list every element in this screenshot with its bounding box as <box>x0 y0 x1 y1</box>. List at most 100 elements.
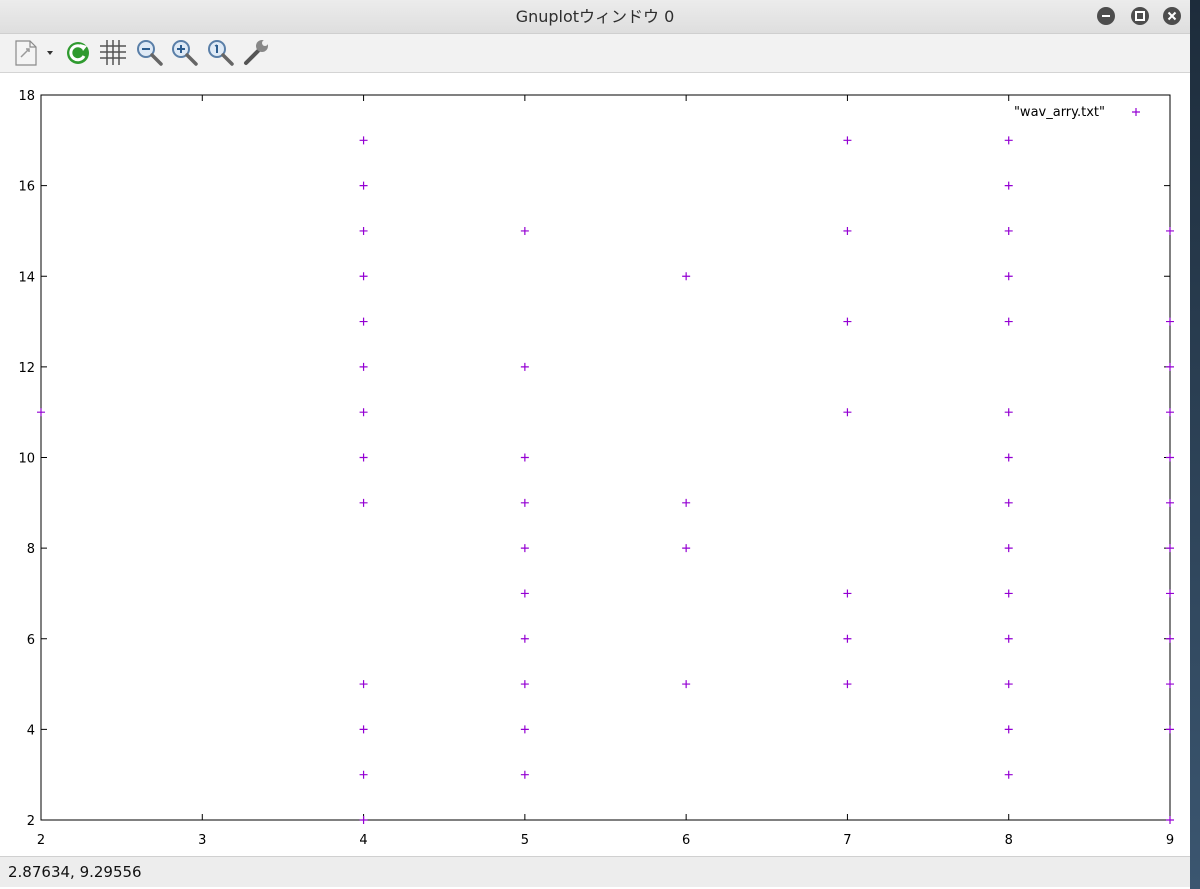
replot-icon <box>67 42 89 64</box>
y-tick-label: 18 <box>18 89 35 104</box>
data-point <box>843 226 852 235</box>
data-point <box>520 634 529 643</box>
legend: "wav_arry.txt" <box>1014 105 1140 120</box>
data-point <box>1004 317 1013 326</box>
zoom-out-button[interactable] <box>134 37 164 67</box>
data-point <box>843 136 852 145</box>
legend-marker <box>1132 108 1140 116</box>
data-point <box>520 680 529 689</box>
data-point <box>520 226 529 235</box>
data-point <box>843 634 852 643</box>
data-point <box>682 498 691 507</box>
data-point <box>1166 317 1174 326</box>
data-point <box>682 272 691 281</box>
data-point <box>359 725 368 734</box>
data-point <box>359 136 368 145</box>
data-point <box>1166 226 1174 235</box>
data-point <box>1166 362 1174 371</box>
minimize-button[interactable] <box>1097 7 1115 25</box>
data-point <box>1004 725 1013 734</box>
x-tick-label: 5 <box>521 833 529 848</box>
data-point <box>359 770 368 779</box>
close-button[interactable] <box>1163 7 1181 25</box>
scatter-plot[interactable]: 2 3 4 5 6 7 8 9 2 4 6 8 10 12 14 16 18 "wav_arry.txt" <box>0 73 1190 856</box>
zoom-in-icon <box>172 40 198 66</box>
data-point <box>1166 725 1174 734</box>
plot-border <box>40 94 1171 821</box>
data-point <box>520 589 529 598</box>
plot-area[interactable]: 2 3 4 5 6 7 8 9 2 4 6 8 10 12 14 16 18 "wav_arry.txt" <box>0 73 1190 856</box>
maximize-icon <box>1135 11 1145 21</box>
gnuplot-window: Gnuplotウィンドウ 0 2 3 4 5 6 7 8 9 2 4 6 8 1… <box>0 0 1190 889</box>
replot-button[interactable] <box>63 37 93 67</box>
data-point <box>1004 136 1013 145</box>
export-menu-button[interactable] <box>12 37 58 67</box>
data-point <box>1004 498 1013 507</box>
title-bar[interactable]: Gnuplotウィンドウ 0 <box>0 0 1190 34</box>
settings-button[interactable] <box>241 37 271 67</box>
data-point <box>520 498 529 507</box>
data-point <box>359 816 368 824</box>
zoom-out-icon <box>137 40 163 66</box>
data-point <box>359 498 368 507</box>
legend-label: "wav_arry.txt" <box>1014 105 1105 120</box>
x-tick-label: 7 <box>843 833 851 848</box>
data-point <box>1166 408 1174 417</box>
data-point <box>520 362 529 371</box>
y-tick-label: 6 <box>27 633 35 648</box>
data-point <box>520 770 529 779</box>
x-tick-label: 3 <box>198 833 206 848</box>
data-point <box>1004 589 1013 598</box>
data-point <box>1004 226 1013 235</box>
y-tick-label: 2 <box>27 814 35 829</box>
minimize-icon <box>1102 15 1110 17</box>
data-point <box>359 408 368 417</box>
data-points <box>37 136 1174 824</box>
export-icon <box>15 40 53 66</box>
data-point <box>1166 498 1174 507</box>
zoom-in-button[interactable] <box>169 37 199 67</box>
maximize-button[interactable] <box>1131 7 1149 25</box>
y-tick-label: 10 <box>18 452 35 467</box>
grid-icon <box>100 40 126 65</box>
data-point <box>359 181 368 190</box>
axis-tick-labels: 2 3 4 5 6 7 8 9 2 4 6 8 10 12 14 16 18 <box>18 89 1174 848</box>
data-point <box>1004 770 1013 779</box>
data-point <box>682 544 691 553</box>
settings-wrench-icon <box>244 40 268 65</box>
zoom-fit-icon <box>208 40 234 66</box>
data-point <box>1166 589 1174 598</box>
x-tick-label: 8 <box>1005 833 1013 848</box>
data-point <box>359 680 368 689</box>
y-tick-label: 4 <box>27 723 35 738</box>
data-point <box>37 408 45 417</box>
data-point <box>1004 181 1013 190</box>
desktop-background <box>1190 0 1200 889</box>
data-point <box>1166 453 1174 462</box>
data-point <box>520 544 529 553</box>
y-tick-label: 16 <box>18 180 35 195</box>
data-point <box>1004 272 1013 281</box>
data-point <box>1004 544 1013 553</box>
close-icon <box>1167 11 1177 21</box>
data-point <box>1004 408 1013 417</box>
window-title: Gnuplotウィンドウ 0 <box>515 7 675 26</box>
x-tick-label: 9 <box>1166 833 1174 848</box>
grid-toggle-button[interactable] <box>98 37 128 67</box>
data-point <box>682 680 691 689</box>
data-point <box>1004 680 1013 689</box>
cursor-coordinates: 2.87634, 9.29556 <box>8 863 142 881</box>
data-point <box>359 453 368 462</box>
y-tick-label: 12 <box>18 361 35 376</box>
data-point <box>843 589 852 598</box>
data-point <box>1166 816 1174 824</box>
zoom-fit-button[interactable] <box>205 37 235 67</box>
x-tick-label: 2 <box>37 833 45 848</box>
data-point <box>1166 680 1174 689</box>
axis-ticks <box>40 94 1171 821</box>
data-point <box>359 362 368 371</box>
data-point <box>1166 544 1174 553</box>
data-point <box>359 226 368 235</box>
x-tick-label: 4 <box>359 833 367 848</box>
toolbar <box>0 34 1190 73</box>
